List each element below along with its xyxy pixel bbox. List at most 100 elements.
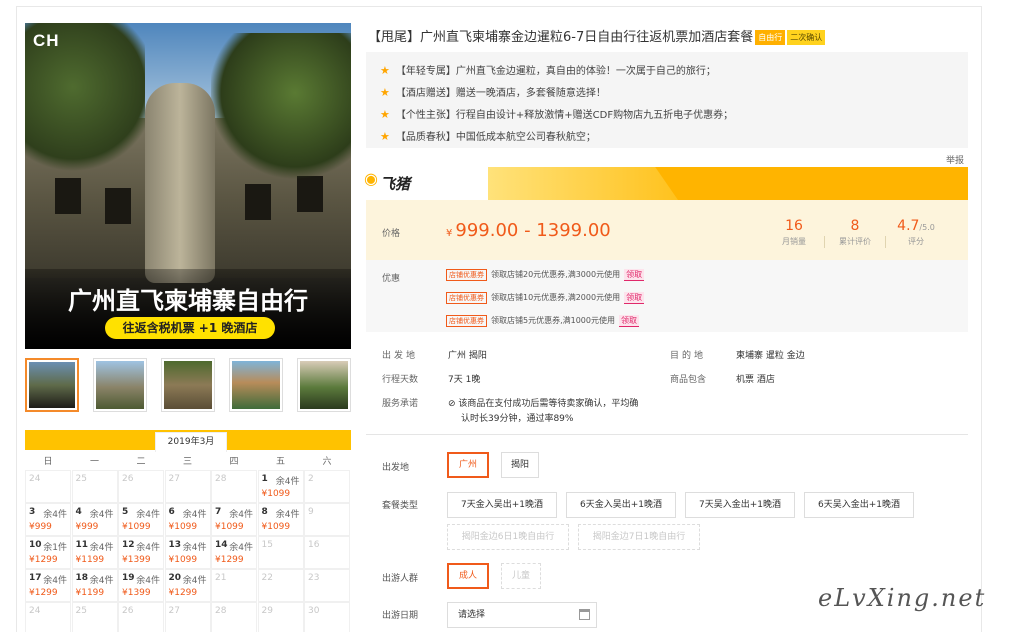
calendar-day-cell: 28	[211, 470, 257, 503]
brand-bar: ◉ 飞猪	[364, 167, 968, 200]
stat-reviews[interactable]: 8 累计评价	[825, 218, 885, 247]
tag-free-travel: 自由行	[755, 30, 786, 45]
calendar-day-cell[interactable]: 12 余4件 ¥1399	[118, 536, 164, 569]
calendar-weekday: 五	[275, 457, 285, 467]
product-title-row: 【甩尾】广州直飞柬埔寨金边暹粒6-7日自由行往返机票加酒店套餐 自由行 二次确认	[368, 26, 826, 45]
promo-box: 优惠 店铺优惠券 领取店铺20元优惠券,满3000元使用 领取 店铺优惠券 领取店铺1…	[366, 260, 968, 332]
tree-canopy-right	[211, 33, 351, 183]
coupon-row: 店铺优惠券 领取店铺10元优惠券,满2000元使用 领取	[446, 292, 645, 304]
tree-trunk-decoration	[145, 83, 215, 283]
star-icon: ★	[380, 64, 390, 77]
price-calendar: 2019年3月 日一二三四五六 24 25 26 27 28 1 余4件 ¥1099 2 3 余4件…	[25, 430, 351, 632]
depart-option-guangzhou[interactable]: 广州	[447, 452, 489, 478]
calendar-day-cell: 23	[304, 569, 350, 602]
hero-overlay-pill: 往返含税机票 +1 晚酒店	[105, 317, 275, 339]
fliggy-logo-icon: ◉	[364, 169, 378, 188]
calendar-day-cell[interactable]: 19 余4件 ¥1399	[118, 569, 164, 602]
calendar-day-cell: 27	[164, 470, 211, 503]
calendar-weekday: 二	[136, 457, 146, 467]
calendar-day-cell: 24	[25, 470, 71, 503]
thumbnail-2[interactable]	[93, 358, 147, 412]
calendar-day-cell: 30	[304, 602, 350, 632]
package-option-5[interactable]: 揭阳金边6日1晚自由行	[447, 524, 569, 550]
calendar-weekday: 六	[322, 457, 332, 467]
stat-rating: 4.7/5.0 评分	[897, 218, 935, 246]
calendar-day-cell[interactable]: 14 余4件 ¥1299	[211, 536, 257, 569]
people-option-label: 出游人群	[382, 574, 419, 584]
check-circle-icon: ⊘	[448, 399, 456, 409]
calendar-weekday: 一	[89, 457, 99, 467]
calendar-day-cell[interactable]: 10 余1件 ¥1299	[25, 536, 71, 569]
calendar-day-cell[interactable]: 4 余4件 ¥999	[71, 503, 118, 536]
calendar-day-cell[interactable]: 7 余4件 ¥1099	[211, 503, 257, 536]
section-divider	[366, 434, 968, 435]
people-option-child[interactable]: 儿童	[501, 563, 541, 589]
calendar-day-cell: 29	[257, 602, 304, 632]
depart-option-jieyang[interactable]: 揭阳	[501, 452, 539, 478]
feature-item: ★ 【品质春秋】中国低成本航空公司春秋航空；	[380, 130, 596, 143]
watermark: eLvXing.net	[818, 584, 987, 612]
calendar-weekday: 三	[182, 457, 192, 467]
info-destination: 目的地 柬埔寨 暹粒 金边	[670, 351, 805, 361]
calendar-day-cell[interactable]: 18 余4件 ¥1199	[71, 569, 118, 602]
star-icon: ★	[380, 108, 390, 121]
depart-option-label: 出发地	[382, 463, 410, 473]
image-logo: CH	[33, 31, 60, 50]
report-link[interactable]: 举报	[946, 153, 964, 166]
coupon-row: 店铺优惠券 领取店铺5元优惠券,满1000元使用 领取	[446, 315, 639, 327]
package-option-2[interactable]: 6天金入吴出+1晚酒	[566, 492, 676, 518]
package-option-1[interactable]: 7天金入吴出+1晚酒	[447, 492, 557, 518]
info-promise-line2: 认时长39分钟，通过率89%	[461, 414, 574, 424]
travel-date-input[interactable]: 请选择	[447, 602, 597, 628]
thumbnail-5[interactable]	[297, 358, 351, 412]
feature-item: ★ 【年轻专属】广州直飞金边暹粒，真自由的体验！一次属于自己的旅行；	[380, 64, 716, 77]
calendar-day-cell[interactable]: 3 余4件 ¥999	[25, 503, 71, 536]
coupon-get-link[interactable]: 领取	[624, 269, 645, 281]
calendar-day-cell: 24	[25, 602, 71, 632]
calendar-day-cell[interactable]: 20 余4件 ¥1299	[164, 569, 211, 602]
calendar-day-cell[interactable]: 6 余4件 ¥1099	[164, 503, 211, 536]
thumbnail-1[interactable]	[25, 358, 79, 412]
calendar-day-cell[interactable]: 13 余4件 ¥1099	[164, 536, 211, 569]
package-option-6[interactable]: 揭阳金边7日1晚自由行	[578, 524, 700, 550]
calendar-day-cell: 16	[304, 536, 350, 569]
product-title: 【甩尾】广州直飞柬埔寨金边暹粒6-7日自由行往返机票加酒店套餐	[368, 30, 754, 45]
price-label: 价格	[382, 229, 401, 239]
hero-overlay-title: 广州直飞柬埔寨自由行	[68, 287, 308, 315]
calendar-day-cell[interactable]: 5 余4件 ¥1099	[118, 503, 164, 536]
calendar-day-cell[interactable]: 17 余4件 ¥1299	[25, 569, 71, 602]
calendar-day-cell[interactable]: 11 余4件 ¥1199	[71, 536, 118, 569]
people-option-adult[interactable]: 成人	[447, 563, 489, 589]
feature-item: ★ 【酒店赠送】赠送一晚酒店，多套餐随意选择！	[380, 86, 606, 99]
brand-logo-area: ◉ 飞猪	[364, 167, 488, 200]
calendar-day-cell: 21	[211, 569, 257, 602]
thumbnail-4[interactable]	[229, 358, 283, 412]
calendar-month-tab[interactable]: 2019年3月	[155, 432, 227, 452]
calendar-day-cell[interactable]: 8 余4件 ¥1099	[257, 503, 304, 536]
package-option-3[interactable]: 7天吴入金出+1晚酒	[685, 492, 795, 518]
coupon-get-link[interactable]: 领取	[624, 292, 645, 304]
coupon-row: 店铺优惠券 领取店铺20元优惠券,满3000元使用 领取	[446, 269, 645, 281]
main-product-image[interactable]: CH 广州直飞柬埔寨自由行 往返含税机票 +1 晚酒店	[25, 23, 351, 349]
coupon-get-link[interactable]: 领取	[619, 315, 639, 327]
star-icon: ★	[380, 130, 390, 143]
calendar-day-cell: 25	[71, 470, 118, 503]
calendar-day-cell: 22	[257, 569, 304, 602]
info-depart: 出发地 广州 揭阳	[382, 351, 487, 361]
brand-name: 飞猪	[380, 175, 411, 193]
info-days: 行程天数 7天 1晚	[382, 375, 481, 385]
calendar-day-cell[interactable]: 1 余4件 ¥1099	[257, 470, 304, 503]
info-promise: 服务承诺 ⊘ 该商品在支付成功后需等待卖家确认，平均确	[382, 399, 639, 409]
calendar-weekday: 四	[229, 457, 239, 467]
calendar-day-cell: 27	[164, 602, 211, 632]
promo-label: 优惠	[382, 274, 401, 284]
info-includes: 商品包含 机票 酒店	[670, 375, 775, 385]
stat-monthly-sales: 16 月销量	[782, 218, 806, 246]
star-icon: ★	[380, 86, 390, 99]
thumbnail-3[interactable]	[161, 358, 215, 412]
package-option-4[interactable]: 6天吴入金出+1晚酒	[804, 492, 914, 518]
price-range: ¥999.00 - 1399.00	[446, 220, 611, 241]
brand-bar-highlight	[488, 167, 678, 200]
calendar-day-cell: 9	[304, 503, 350, 536]
calendar-day-cell: 26	[118, 470, 164, 503]
